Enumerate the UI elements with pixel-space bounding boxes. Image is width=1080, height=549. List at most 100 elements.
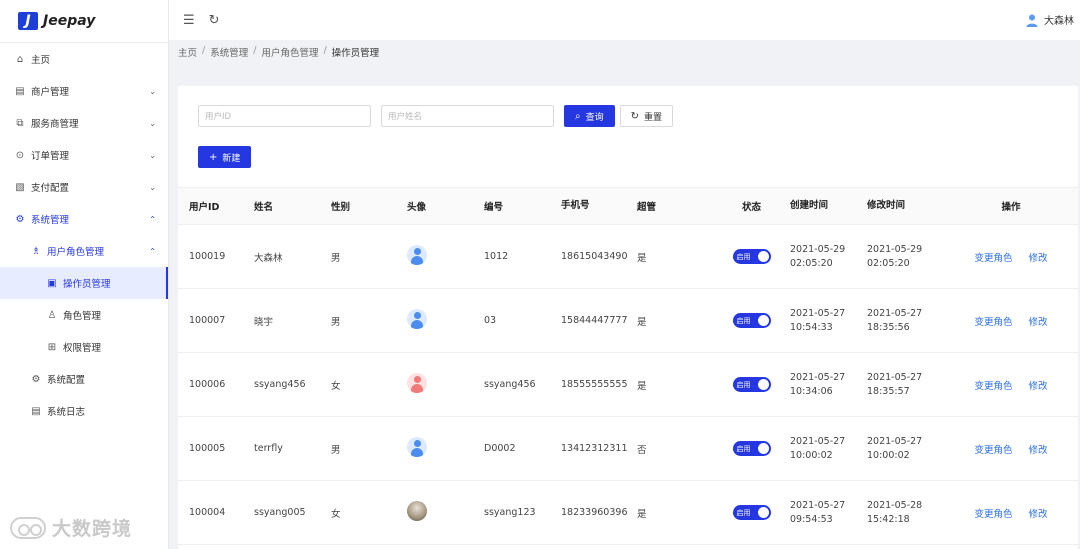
- gear-icon: ⚙: [31, 373, 41, 385]
- cell-super: 是: [637, 380, 647, 392]
- home-icon: ⌂: [16, 53, 24, 65]
- breadcrumb-separator: /: [202, 45, 206, 56]
- cell-id: 100005: [189, 443, 226, 454]
- settings-icon: ⚙: [15, 213, 25, 225]
- search-bar: 用户ID 用户姓名 ⌕ 查询 ↻ 重置: [198, 105, 678, 127]
- cell-updated: 2021-05-27 18:35:56: [867, 307, 923, 333]
- refresh-icon[interactable]: ↻: [209, 13, 220, 28]
- user-name-input[interactable]: 用户姓名: [381, 105, 554, 127]
- cell-sex: 男: [331, 252, 341, 264]
- store-icon: ▤: [15, 85, 25, 97]
- top-header: ☰ ↻ 大森林: [169, 0, 1080, 40]
- cell-sex: 男: [331, 316, 341, 328]
- cell-updated: 2021-05-28 15:42:18: [867, 499, 923, 525]
- cell-phone: 13412312311: [561, 442, 628, 454]
- cell-phone: 15844447777: [561, 314, 628, 326]
- sidebar-item-operators[interactable]: ▣ 操作员管理: [0, 267, 168, 299]
- user-menu[interactable]: 大森林: [1025, 12, 1074, 27]
- header-id: 用户ID: [189, 202, 220, 213]
- cell-id: 100004: [189, 507, 226, 518]
- header-state: 状态: [741, 202, 761, 213]
- cell-state: 启用: [713, 249, 790, 264]
- state-toggle[interactable]: 启用: [732, 313, 771, 328]
- cell-super: 是: [637, 316, 647, 328]
- cell-updated: 2021-05-27 18:35:57: [867, 371, 923, 397]
- sidebar-item-roles[interactable]: ♙ 角色管理: [0, 299, 168, 331]
- sidebar-item-label: 角色管理: [63, 311, 102, 322]
- sidebar-item-system-config[interactable]: ⚙ 系统配置: [0, 363, 168, 395]
- log-icon: ▤: [31, 405, 41, 417]
- state-toggle-label: 启用: [736, 444, 751, 453]
- cell-no: ssyang456: [484, 379, 536, 390]
- change-role-link[interactable]: 变更角色: [974, 445, 1012, 456]
- breadcrumb-item[interactable]: 主页: [178, 45, 197, 59]
- user-id-input[interactable]: 用户ID: [198, 105, 371, 127]
- cell-name: ssyang456: [254, 379, 306, 390]
- chevron-up-icon: ⌃: [149, 246, 156, 256]
- chevron-down-icon: ⌄: [149, 118, 156, 128]
- watermark-logo-icon: [10, 516, 46, 539]
- header-super: 超管: [637, 202, 657, 213]
- sidebar-item-system-log[interactable]: ▤ 系统日志: [0, 395, 168, 427]
- cell-state: 启用: [713, 505, 790, 520]
- change-role-link[interactable]: 变更角色: [974, 253, 1012, 264]
- change-role-link[interactable]: 变更角色: [974, 317, 1012, 328]
- edit-link[interactable]: 修改: [1029, 445, 1048, 456]
- breadcrumb-item[interactable]: 系统管理: [210, 45, 248, 59]
- cell-created: 2021-05-29 02:05:20: [790, 243, 846, 269]
- state-toggle[interactable]: 启用: [732, 505, 771, 520]
- cell-ops: 变更角色 修改: [944, 506, 1078, 520]
- new-button[interactable]: + 新建: [198, 146, 252, 168]
- change-role-link[interactable]: 变更角色: [974, 381, 1012, 392]
- cell-created: 2021-05-27 09:54:53: [790, 499, 846, 525]
- cell-avatar: [407, 437, 484, 460]
- cell-state: 启用: [713, 377, 790, 392]
- sidebar-item-home[interactable]: ⌂ 主页: [0, 43, 168, 75]
- cell-ops: 变更角色 修改: [944, 442, 1078, 456]
- sidebar-menu: ⌂ 主页 ▤ 商户管理 ⌄ ⧉ 服务商管理 ⌄ ⊙ 订单管理 ⌄ ▧ 支付配置 …: [0, 43, 168, 427]
- change-role-link[interactable]: 变更角色: [974, 509, 1012, 520]
- table-header: 用户ID 姓名 性别 头像 编号 手机号 超管 状态 创建时间 修改时间 操作: [178, 187, 1078, 225]
- cell-avatar: [407, 501, 484, 524]
- edit-link[interactable]: 修改: [1029, 253, 1048, 264]
- header-sex: 性别: [331, 202, 351, 213]
- cell-state: 启用: [713, 313, 790, 328]
- cell-no: 03: [484, 315, 497, 326]
- cell-ops: 变更角色 修改: [944, 378, 1078, 392]
- sidebar-item-system[interactable]: ⚙ 系统管理 ⌃: [0, 203, 168, 235]
- cell-updated: 2021-05-29 02:05:20: [867, 243, 923, 269]
- plus-icon: +: [209, 151, 218, 163]
- table-body: 100019 大森林男 1012 18615043490 是启用 2021-05-29 0…: [178, 225, 1078, 545]
- sidebar-item-merchant[interactable]: ▤ 商户管理 ⌄: [0, 75, 168, 107]
- breadcrumb-separator: /: [323, 45, 327, 56]
- state-toggle[interactable]: 启用: [732, 249, 771, 264]
- state-toggle[interactable]: 启用: [732, 377, 771, 392]
- cell-name: 晓宇: [254, 316, 274, 328]
- edit-link[interactable]: 修改: [1029, 509, 1048, 520]
- sidebar-item-user-role[interactable]: ♗ 用户角色管理 ⌃: [0, 235, 168, 267]
- sidebar-item-orders[interactable]: ⊙ 订单管理 ⌄: [0, 139, 168, 171]
- cell-no: ssyang123: [484, 507, 536, 518]
- breadcrumb-item[interactable]: 用户角色管理: [261, 45, 318, 59]
- cell-phone: 18555555555: [561, 378, 628, 390]
- state-toggle[interactable]: 启用: [732, 441, 771, 456]
- order-icon: ⊙: [15, 149, 25, 161]
- sidebar-item-label: 系统配置: [47, 375, 86, 386]
- cell-avatar: [407, 245, 484, 268]
- logo[interactable]: J Jeepay: [0, 0, 168, 43]
- sidebar-item-permissions[interactable]: ⊞ 权限管理: [0, 331, 168, 363]
- reset-button[interactable]: ↻ 重置: [619, 105, 674, 127]
- user-icon: ♙: [47, 309, 57, 321]
- avatar: [407, 245, 427, 265]
- menu-fold-icon[interactable]: ☰: [183, 13, 195, 28]
- sidebar-item-label: 系统日志: [47, 407, 86, 418]
- query-button[interactable]: ⌕ 查询: [564, 105, 615, 127]
- sidebar-item-label: 用户角色管理: [47, 247, 105, 258]
- cell-name: 大森林: [254, 252, 283, 264]
- cell-phone: 18233960396: [561, 506, 628, 518]
- sidebar-item-payment-config[interactable]: ▧ 支付配置 ⌄: [0, 171, 168, 203]
- id-card-icon: ▣: [47, 277, 57, 289]
- edit-link[interactable]: 修改: [1029, 317, 1048, 328]
- edit-link[interactable]: 修改: [1029, 381, 1048, 392]
- sidebar-item-isv[interactable]: ⧉ 服务商管理 ⌄: [0, 107, 168, 139]
